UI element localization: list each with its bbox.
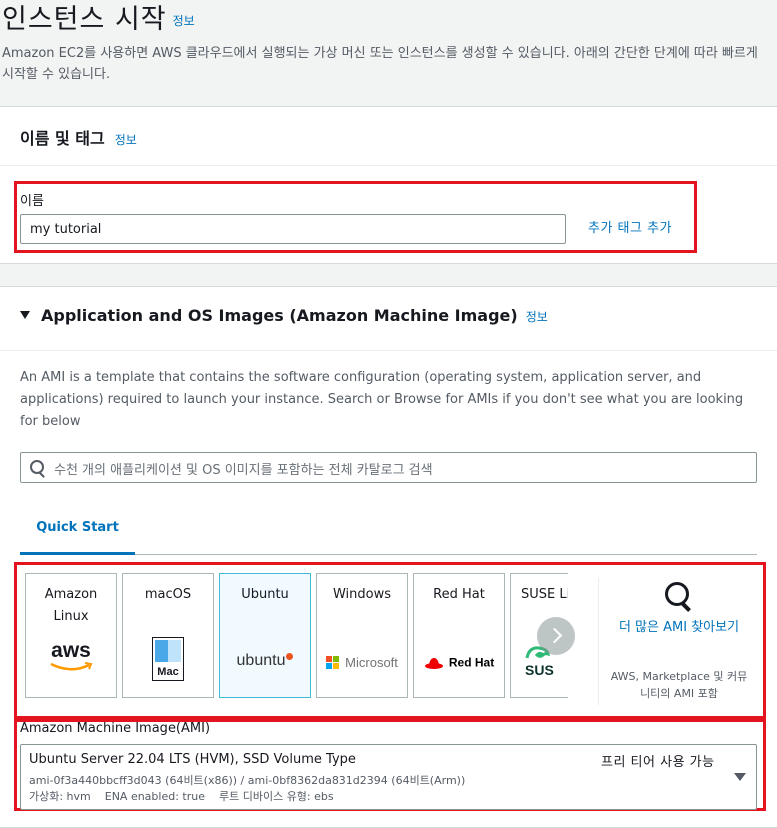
tab-quick-start-label: Quick Start bbox=[36, 520, 119, 535]
redhat-logo-icon: Red Hat bbox=[414, 652, 504, 671]
name-tags-header: 이름 및 태그 정보 bbox=[0, 107, 777, 166]
aws-smile-icon bbox=[50, 662, 93, 671]
name-tags-title: 이름 및 태그 정보 bbox=[20, 125, 137, 149]
ami-select-label: Amazon Machine Image(AMI) bbox=[20, 721, 211, 736]
collapse-caret-icon[interactable] bbox=[20, 311, 30, 319]
os-tile-label: SUSE Li bbox=[521, 587, 568, 602]
tab-divider bbox=[135, 554, 757, 555]
os-tile-amazon-linux[interactable]: Amazon Linux aws bbox=[25, 573, 117, 698]
redhat-logo-text: Red Hat bbox=[448, 655, 495, 670]
name-tags-info-link[interactable]: 정보 bbox=[115, 133, 137, 147]
os-tile-label: Amazon Linux bbox=[44, 587, 98, 624]
os-tile-label: Ubuntu bbox=[241, 587, 289, 602]
browse-more-link[interactable]: 더 많은 AMI 찾아보기 bbox=[609, 618, 749, 638]
mac-logo-text: Mac bbox=[157, 666, 179, 678]
name-input[interactable] bbox=[20, 214, 566, 244]
tab-quick-start[interactable]: Quick Start bbox=[20, 508, 135, 555]
add-tag-link[interactable]: 추가 태그 추가 bbox=[588, 217, 672, 236]
search-icon bbox=[30, 460, 44, 474]
page-info-link[interactable]: 정보 bbox=[173, 14, 195, 28]
ami-ids: ami-0f3a440bbcff3d043 (64비트(x86)) / ami-… bbox=[29, 774, 466, 787]
aws-logo-text: aws bbox=[51, 639, 91, 662]
magnifier-icon bbox=[665, 582, 689, 606]
ami-description: An AMI is a template that contains the s… bbox=[20, 370, 744, 429]
name-label: 이름 bbox=[20, 194, 44, 209]
ami-title: Application and OS Images (Amazon Machin… bbox=[41, 306, 548, 325]
ami-header[interactable]: Application and OS Images (Amazon Machin… bbox=[0, 287, 777, 351]
ami-search-placeholder: 수천 개의 애플리케이션 및 OS 이미지를 포함하는 전체 카탈로그 검색 bbox=[54, 463, 433, 478]
name-tags-title-text: 이름 및 태그 bbox=[20, 129, 105, 148]
ami-search-field[interactable]: 수천 개의 애플리케이션 및 OS 이미지를 포함하는 전체 카탈로그 검색 bbox=[20, 452, 757, 483]
suse-logo-text: SUS bbox=[525, 662, 554, 678]
page-title-text: 인스턴스 시작 bbox=[2, 4, 167, 35]
microsoft-logo-icon: Microsoft bbox=[317, 652, 407, 671]
ami-info-link[interactable]: 정보 bbox=[526, 310, 548, 324]
browse-more-amis[interactable]: 더 많은 AMI 찾아보기 AWS, Marketplace 및 커뮤니티의 A… bbox=[598, 578, 757, 705]
free-tier-badge: 프리 티어 사용 가능 bbox=[601, 755, 715, 770]
ami-meta: 가상화: hvm ENA enabled: true 루트 디바이스 유형: e… bbox=[29, 790, 334, 803]
page-description: Amazon EC2를 사용하면 AWS 클라우드에서 실행되는 가상 머신 또… bbox=[2, 46, 758, 82]
ubuntu-logo-icon: ubuntu bbox=[220, 650, 310, 670]
finder-logo-icon: Mac bbox=[123, 637, 213, 681]
os-tile-red-hat[interactable]: Red Hat Red Hat bbox=[413, 573, 505, 698]
os-tile-label: Red Hat bbox=[433, 587, 485, 602]
browse-more-subtext: AWS, Marketplace 및 커뮤니티의 AMI 포함 bbox=[610, 670, 748, 700]
aws-logo-icon: aws bbox=[26, 640, 116, 672]
os-tile-windows[interactable]: Windows Microsoft bbox=[316, 573, 408, 698]
page-header: 인스턴스 시작 정보 Amazon EC2를 사용하면 AWS 클라우드에서 실행… bbox=[0, 0, 777, 106]
dropdown-caret-icon[interactable] bbox=[734, 773, 746, 781]
ami-name: Ubuntu Server 22.04 LTS (HVM), SSD Volum… bbox=[29, 752, 356, 767]
carousel-next-button[interactable] bbox=[537, 617, 575, 655]
os-tile-label: macOS bbox=[144, 587, 192, 602]
microsoft-logo-text: Microsoft bbox=[345, 655, 398, 670]
page-title: 인스턴스 시작 정보 bbox=[2, 4, 195, 37]
ami-select[interactable]: Ubuntu Server 22.04 LTS (HVM), SSD Volum… bbox=[20, 744, 757, 810]
os-tile-macos[interactable]: macOS Mac bbox=[122, 573, 214, 698]
os-tile-ubuntu[interactable]: Ubuntu ubuntu bbox=[219, 573, 311, 698]
ubuntu-logo-text: ubuntu bbox=[236, 652, 286, 669]
os-tile-label: Windows bbox=[332, 587, 392, 602]
ami-title-text: Application and OS Images (Amazon Machin… bbox=[41, 306, 518, 325]
